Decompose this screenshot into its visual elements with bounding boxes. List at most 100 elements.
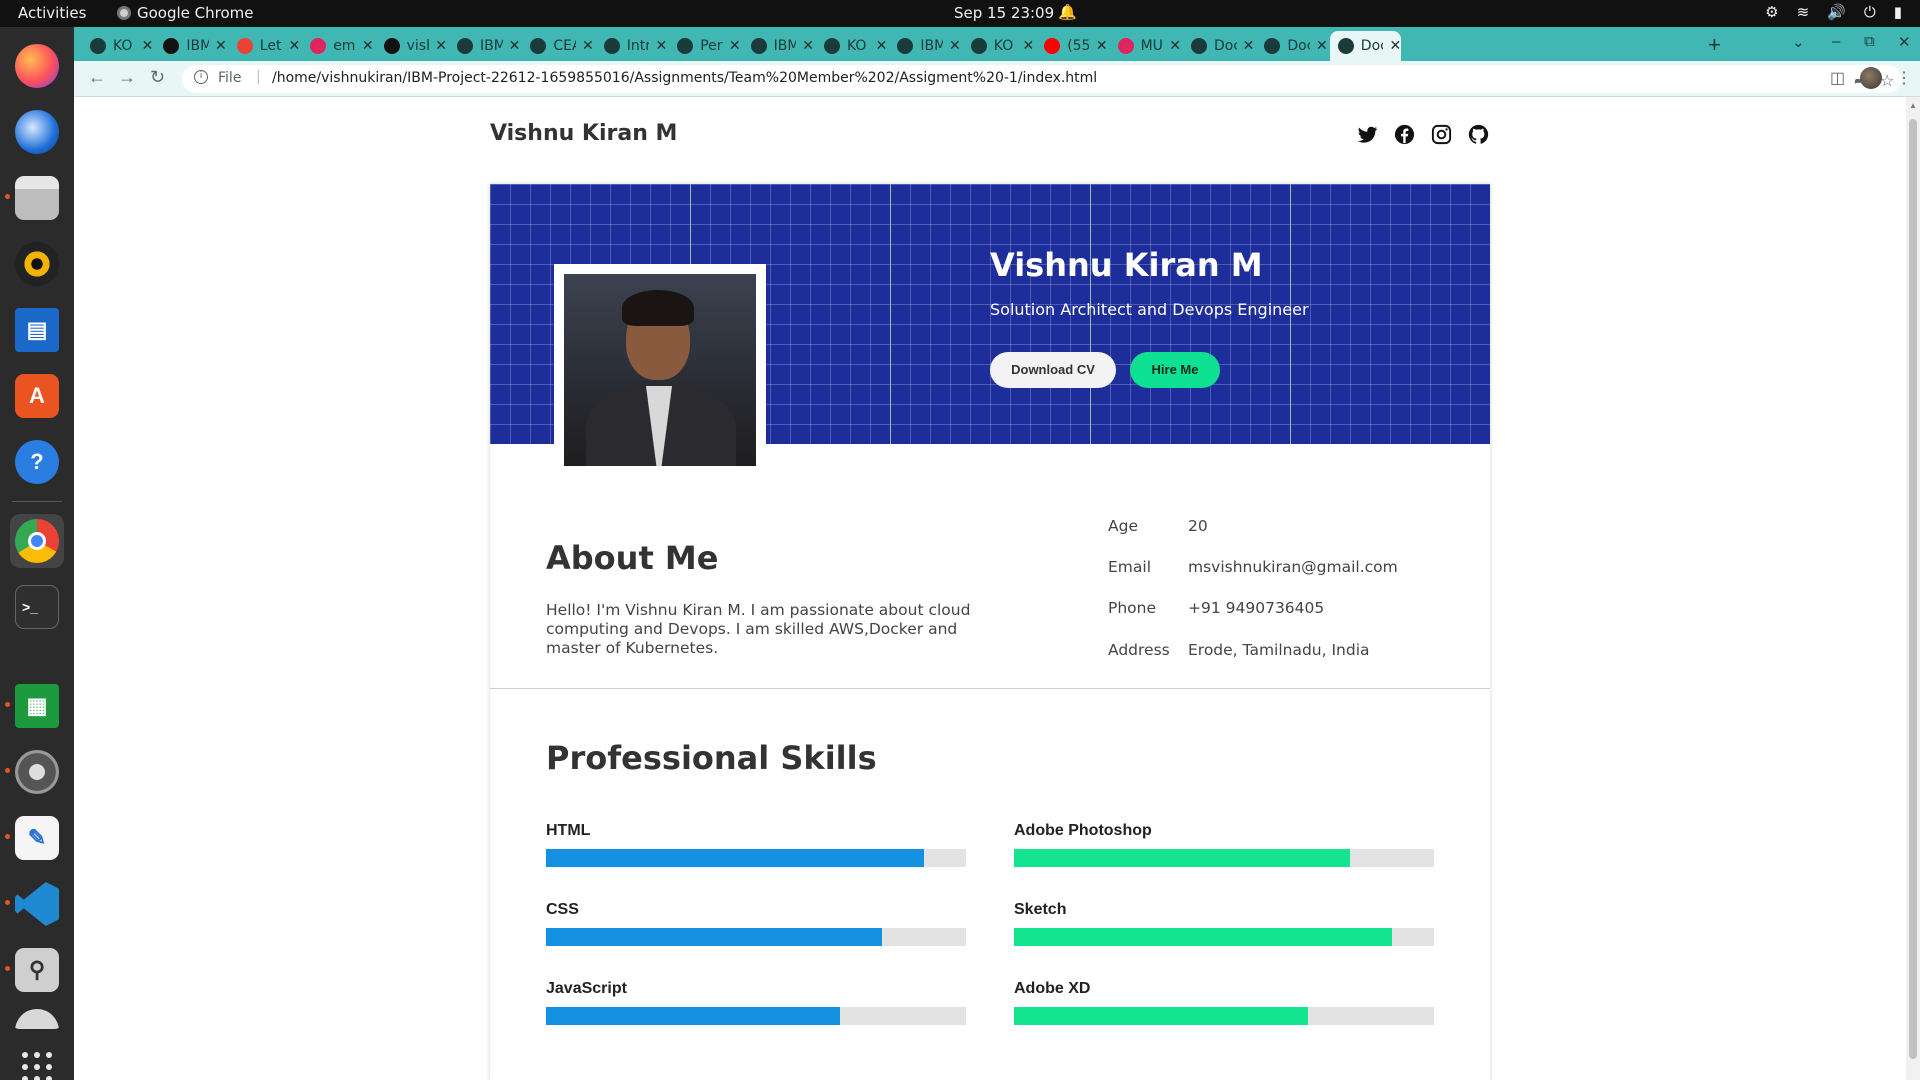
new-tab-button[interactable]: + [1708,32,1721,58]
side-panel-icon[interactable]: ◫ [1830,68,1845,88]
dock-terminal[interactable]: >_ [10,580,64,634]
info-value[interactable]: +91 9490736405 [1188,599,1324,617]
browser-tab[interactable]: Doc ✕ [1183,31,1254,61]
tab-title: CEA [553,38,576,54]
tab-title: Intr [626,38,650,54]
close-tab-icon[interactable]: ✕ [949,38,961,54]
browser-tab[interactable]: Doc ✕ [1329,31,1402,61]
close-tab-icon[interactable]: ✕ [1243,38,1255,54]
dock-chrome[interactable] [10,514,64,568]
download-cv-button[interactable]: Download CV [990,352,1116,388]
scroll-up-arrow-icon[interactable]: ▲ [1909,101,1917,110]
minimize-button[interactable]: – [1832,33,1840,50]
dock-partial-item[interactable] [10,1009,64,1029]
back-button[interactable]: ← [88,67,106,88]
tab-search-icon[interactable]: ⌄ [1792,33,1805,51]
dock-writer[interactable]: ▤ [10,303,64,357]
skill-name: Adobe Photoshop [1014,822,1152,839]
clock[interactable]: Sep 15 23:09 [954,4,1054,22]
globe-icon [1337,38,1354,54]
close-tab-icon[interactable]: ✕ [1169,38,1181,54]
close-tab-icon[interactable]: ✕ [1022,38,1034,54]
close-tab-icon[interactable]: ✕ [582,38,594,54]
profile-avatar[interactable] [1860,67,1882,89]
dock-calc[interactable]: ▦ [10,679,64,733]
browser-tab[interactable]: Intr ✕ [596,31,667,61]
browser-tab[interactable]: MU ✕ [1110,31,1181,61]
github-icon [163,38,180,54]
browser-tab[interactable]: Pers ✕ [669,31,741,61]
rhythmbox-icon [15,242,59,286]
close-tab-icon[interactable]: ✕ [655,38,667,54]
dock-software[interactable]: A [10,369,64,423]
browser-tab[interactable]: IBM ✕ [889,31,961,61]
system-tray[interactable]: ⚙ ≋ 🔊 ⏻ ▮ [1765,3,1902,21]
site-info-icon[interactable]: i [194,70,208,84]
browser-tab[interactable]: vish ✕ [376,31,447,61]
close-tab-icon[interactable]: ✕ [435,38,447,54]
github-icon[interactable] [1467,123,1490,146]
app-menu[interactable]: Google Chrome [117,4,254,22]
info-label: Age [1108,517,1138,535]
dock-screenshot[interactable]: ⚲ [10,943,64,997]
twitter-icon[interactable] [1356,123,1379,146]
close-tab-icon[interactable]: ✕ [362,38,374,54]
site-brand[interactable]: Vishnu Kiran M [490,121,677,146]
browser-tab[interactable]: (55) ✕ [1036,31,1108,61]
browser-tab[interactable]: IBM ✕ [743,31,814,61]
show-apps-button[interactable] [22,1052,52,1080]
close-tab-icon[interactable]: ✕ [802,38,814,54]
skill-bar-track [546,1007,966,1025]
dock-vscode[interactable] [10,877,64,931]
close-window-button[interactable]: ✕ [1898,33,1911,51]
close-tab-icon[interactable]: ✕ [876,38,888,54]
close-tab-icon[interactable]: ✕ [1389,38,1401,54]
browser-tab[interactable]: KO ✕ [963,31,1034,61]
firefox-icon [15,44,59,88]
browser-tab[interactable]: IBM ✕ [155,31,227,61]
restore-button[interactable]: ⧉ [1864,33,1875,50]
browser-tab[interactable]: KO ✕ [816,31,887,61]
facebook-icon[interactable] [1393,123,1416,146]
close-tab-icon[interactable]: ✕ [729,38,741,54]
globe-icon [1264,38,1281,54]
close-tab-icon[interactable]: ✕ [288,38,300,54]
tab-title: KO [847,38,867,54]
reload-button[interactable]: ↻ [150,67,165,88]
hire-me-button[interactable]: Hire Me [1130,352,1220,388]
forward-button[interactable]: → [118,67,136,88]
volume-icon: 🔊 [1827,3,1846,21]
close-tab-icon[interactable]: ✕ [215,38,227,54]
instagram-icon[interactable] [1430,123,1453,146]
globe-icon [457,38,473,54]
bookmark-star-icon[interactable]: ☆ [1880,71,1894,90]
close-tab-icon[interactable]: ✕ [509,38,521,54]
dock-settings[interactable] [10,745,64,799]
close-tab-icon[interactable]: ✕ [142,38,154,54]
info-value[interactable]: msvishnukiran@gmail.com [1188,558,1398,576]
dock-thunderbird[interactable] [10,105,64,159]
close-tab-icon[interactable]: ✕ [1096,38,1108,54]
browser-tab[interactable]: IBM ✕ [449,31,520,61]
browser-tab[interactable]: Let' ✕ [229,31,300,61]
info-label: Phone [1108,599,1157,617]
browser-tab[interactable]: Doc ✕ [1256,31,1328,61]
dock-text-editor[interactable]: ✎ [10,811,64,865]
dock-help[interactable]: ? [10,435,64,489]
tab-title: IBM [920,38,944,54]
profile-photo-frame [554,264,766,469]
page-scrollbar[interactable]: ▲ [1906,97,1920,1080]
dock-files[interactable] [10,171,64,225]
address-bar[interactable]: i File | /home/vishnukiran/IBM-Project-2… [182,65,1902,93]
dock-firefox[interactable] [10,39,64,93]
chrome-menu-icon[interactable]: ⋮ [1896,68,1912,88]
scrollbar-thumb[interactable] [1909,119,1917,1059]
close-tab-icon[interactable]: ✕ [1316,38,1328,54]
skill-bar-fill [1014,1007,1308,1025]
dock-rhythmbox[interactable] [10,237,64,291]
skill-bar-track [1014,849,1434,867]
browser-tab[interactable]: emp ✕ [302,31,374,61]
browser-tab[interactable]: CEA ✕ [522,31,594,61]
browser-tab[interactable]: KO ✕ [82,31,153,61]
activities-button[interactable]: Activities [18,4,86,22]
